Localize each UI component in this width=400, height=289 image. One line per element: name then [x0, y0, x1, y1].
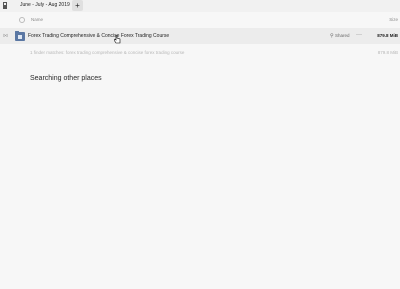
column-size-header[interactable]: Size [389, 17, 398, 23]
app-icon [3, 2, 7, 9]
new-tab-button[interactable]: + [72, 0, 83, 11]
link-icon: ⚲ [330, 33, 334, 39]
file-name[interactable]: Forex Trading Comprehensive & Concise Fo… [28, 33, 169, 39]
column-name-header[interactable]: Name [31, 17, 43, 23]
file-size: 879.8 MiB [377, 33, 398, 38]
tab-bar: June - July - Aug 2019 + [0, 0, 400, 12]
share-label: Shared [334, 33, 350, 38]
share-button[interactable]: ⚲ Shared [330, 33, 349, 39]
file-row[interactable]: ⋈ Forex Trading Comprehensive & Concise … [0, 28, 400, 44]
row-marker-icon[interactable]: ⋈ [3, 33, 8, 39]
search-matches-size: 879.8 MiB [377, 50, 398, 55]
searching-other-places-label: Searching other places [30, 75, 102, 82]
search-matches-text: 1 finder matches: forex trading comprehe… [30, 50, 185, 55]
folder-icon [15, 31, 25, 41]
pointer-cursor-icon [114, 35, 121, 44]
column-header: Name Size [0, 14, 400, 26]
select-all-checkbox[interactable] [19, 17, 25, 23]
more-options-button[interactable]: ··· [356, 31, 362, 39]
tab-title[interactable]: June - July - Aug 2019 [20, 2, 70, 9]
